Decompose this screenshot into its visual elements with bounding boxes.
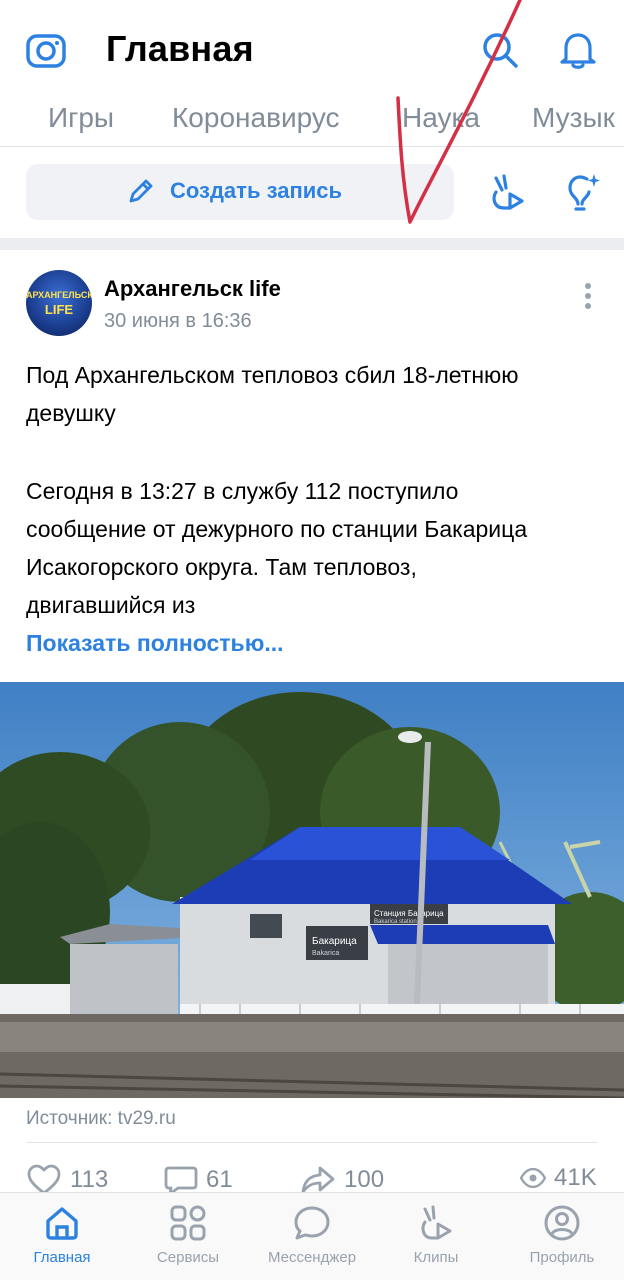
page-title: Главная	[106, 28, 254, 69]
views-count: 41K	[554, 1164, 597, 1191]
post-source[interactable]: Источник: tv29.ru	[26, 1108, 176, 1130]
nav-messenger-label: Мессенджер	[267, 1249, 357, 1266]
post-author[interactable]: Архангельск life	[104, 276, 281, 302]
divider	[26, 1142, 598, 1143]
nav-messenger[interactable]: Мессенджер	[252, 1203, 372, 1266]
services-grid-icon	[170, 1205, 206, 1241]
bottom-navigation: Главная Сервисы Мессенджер Клипы Профиль	[0, 1192, 624, 1280]
post-photo[interactable]: Бакарица Bakarica Станция Бакарица Bakar…	[0, 682, 624, 1098]
eye-icon	[520, 1168, 546, 1188]
post-body: Сегодня в 13:27 в службу 112 поступило с…	[26, 478, 528, 618]
tab-games[interactable]: Игры	[48, 102, 114, 134]
views-counter: 41K	[520, 1164, 597, 1192]
top-header: Главная	[0, 0, 624, 100]
nav-clips[interactable]: Клипы	[376, 1203, 496, 1266]
comment-count: 61	[206, 1166, 233, 1193]
profile-icon	[544, 1205, 580, 1241]
station-sign-left: Бакарица	[312, 936, 357, 947]
camera-icon[interactable]	[24, 28, 68, 72]
station-sign-right-sub: Bakarica station	[374, 919, 417, 925]
nav-profile[interactable]: Профиль	[502, 1203, 622, 1266]
show-more-link[interactable]: Показать полностью...	[26, 630, 284, 657]
nav-clips-label: Клипы	[413, 1249, 459, 1266]
pencil-icon	[129, 179, 153, 203]
post-date[interactable]: 30 июня в 16:36	[104, 310, 252, 333]
chat-bubble-icon	[294, 1206, 330, 1240]
home-icon	[46, 1207, 78, 1240]
topic-tabs: Игры Коронавирус Наука Музык	[0, 96, 624, 144]
lightbulb-sparkle-icon[interactable]	[558, 170, 602, 214]
tab-coronavirus[interactable]: Коронавирус	[172, 102, 340, 134]
like-count: 113	[70, 1166, 109, 1193]
bell-icon[interactable]	[556, 28, 600, 72]
feed-separator	[0, 238, 624, 250]
tab-science[interactable]: Наука	[402, 102, 480, 134]
create-post-button[interactable]: Создать запись	[26, 164, 454, 220]
station-sign-left-sub: Bakarica	[312, 950, 339, 957]
post-headline: Под Архангельском тепловоз сбил 18-летню…	[26, 362, 519, 426]
search-icon[interactable]	[480, 30, 520, 70]
nav-home-label: Главная	[33, 1249, 91, 1266]
nav-home[interactable]: Главная	[2, 1203, 122, 1266]
divider	[0, 146, 624, 147]
more-vertical-icon[interactable]	[576, 280, 600, 312]
avatar[interactable]: АРХАНГЕЛЬСК LIFE	[26, 270, 92, 336]
share-count: 100	[344, 1166, 385, 1193]
create-post-label: Создать запись	[170, 178, 343, 203]
nav-services[interactable]: Сервисы	[128, 1203, 248, 1266]
tab-music[interactable]: Музык	[532, 102, 615, 134]
clips-icon	[421, 1205, 452, 1240]
nav-services-label: Сервисы	[156, 1249, 220, 1266]
clip-create-icon[interactable]	[486, 170, 530, 214]
station-sign-right: Станция Бакарица	[374, 909, 444, 918]
nav-profile-label: Профиль	[529, 1249, 595, 1266]
